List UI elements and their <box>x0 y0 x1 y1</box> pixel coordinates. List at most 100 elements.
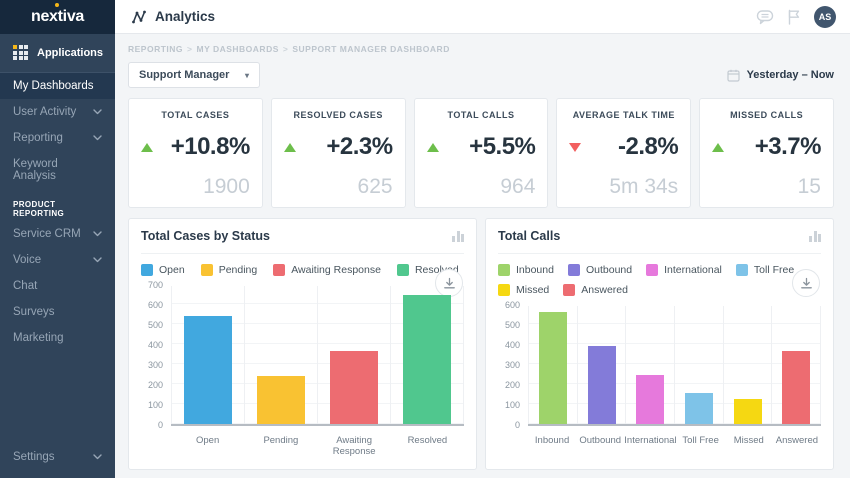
legend-item-toll-free[interactable]: Toll Free <box>736 264 794 276</box>
legend-label: Toll Free <box>754 264 794 276</box>
legend-swatch <box>141 264 153 276</box>
bar-pending <box>257 376 305 424</box>
legend-item-open[interactable]: Open <box>141 264 185 276</box>
breadcrumb-support-manager-dashboard[interactable]: SUPPORT MANAGER DASHBOARD <box>292 44 449 54</box>
kpi-row: TOTAL CASES+10.8%1900RESOLVED CASES+2.3%… <box>128 98 834 208</box>
kpi-title: TOTAL CASES <box>141 110 250 120</box>
dashboard-content: REPORTING>MY DASHBOARDS>SUPPORT MANAGER … <box>115 34 850 478</box>
applications-button[interactable]: Applications <box>0 34 115 70</box>
breadcrumb-reporting[interactable]: REPORTING <box>128 44 183 54</box>
x-axis-label-open: Open <box>171 435 244 457</box>
sidebar-item-chat[interactable]: Chat <box>0 273 115 299</box>
main-column: Analytics AS REPORTING>MY DASHBOARDS>SUP… <box>115 0 850 478</box>
kpi-value: 625 <box>284 175 393 199</box>
chart-card-total-calls: Total Calls InboundOutboundInternational… <box>485 218 834 470</box>
y-axis-tick: 0 <box>515 420 520 430</box>
breadcrumb-my-dashboards[interactable]: MY DASHBOARDS <box>197 44 279 54</box>
plot-column <box>317 286 390 424</box>
kpi-card-missed-calls: MISSED CALLS+3.7%15 <box>699 98 834 208</box>
chart-card-total-cases-by-status: Total Cases by Status OpenPendingAwaitin… <box>128 218 477 470</box>
chevron-down-icon <box>93 135 102 141</box>
bar-outbound <box>588 346 616 424</box>
sidebar-item-settings[interactable]: Settings <box>0 444 115 470</box>
sidebar-item-label: My Dashboards <box>13 80 94 92</box>
legend-item-inbound[interactable]: Inbound <box>498 264 554 276</box>
charts-row: Total Cases by Status OpenPendingAwaitin… <box>128 218 834 470</box>
kpi-value: 5m 34s <box>569 175 678 199</box>
legend-label: International <box>664 264 722 276</box>
controls-row: Support Manager ▾ Yesterday – Now <box>128 62 834 88</box>
kpi-title: MISSED CALLS <box>712 110 821 120</box>
legend-label: Inbound <box>516 264 554 276</box>
legend-label: Missed <box>516 284 549 296</box>
kpi-card-total-cases: TOTAL CASES +10.8% 1900 <box>128 98 263 208</box>
x-axis-label-missed: Missed <box>725 435 773 446</box>
legend-label: Open <box>159 264 185 276</box>
dashboard-select-value: Support Manager <box>139 69 229 81</box>
dashboard-select[interactable]: Support Manager ▾ <box>128 62 260 88</box>
legend-item-international[interactable]: International <box>646 264 722 276</box>
kpi-title: RESOLVED CASES <box>284 110 393 120</box>
bar-inbound <box>539 312 567 424</box>
sidebar-item-my-dashboards[interactable]: My Dashboards <box>0 72 115 99</box>
legend-label: Answered <box>581 284 628 296</box>
bar-awaiting-response <box>330 351 378 424</box>
nextiva-logo[interactable]: nextiva <box>0 0 115 34</box>
kpi-percent: +10.8% <box>171 133 250 161</box>
bar-toll-free <box>685 393 713 424</box>
legend-label: Pending <box>219 264 258 276</box>
sidebar-item-keyword-analysis[interactable]: Keyword Analysis <box>0 151 115 189</box>
bar-chart-type-icon[interactable] <box>809 231 821 242</box>
user-avatar[interactable]: AS <box>814 6 836 28</box>
flag-icon[interactable] <box>787 9 801 25</box>
plot-column <box>390 286 464 424</box>
y-axis-tick: 200 <box>148 380 163 390</box>
legend-item-awaiting-response[interactable]: Awaiting Response <box>273 264 381 276</box>
plot-column <box>171 286 244 424</box>
sidebar-item-label: Settings <box>13 451 55 463</box>
sidebar-item-service-crm[interactable]: Service CRM <box>0 221 115 247</box>
legend-swatch <box>646 264 658 276</box>
trend-up-triangle-icon <box>712 143 724 152</box>
sidebar-item-surveys[interactable]: Surveys <box>0 299 115 325</box>
sidebar-item-reporting[interactable]: Reporting <box>0 125 115 151</box>
y-axis-tick: 400 <box>505 340 520 350</box>
sidebar-item-label: User Activity <box>13 106 76 118</box>
chat-bubble-icon[interactable] <box>756 9 774 25</box>
download-icon <box>800 277 813 290</box>
download-button[interactable] <box>792 269 820 297</box>
page-title: Analytics <box>155 9 215 24</box>
plot-column <box>625 306 674 424</box>
legend-item-missed[interactable]: Missed <box>498 284 549 296</box>
y-axis-tick: 500 <box>148 320 163 330</box>
kpi-title: AVERAGE TALK TIME <box>569 110 678 120</box>
kpi-value: 1900 <box>141 175 250 199</box>
applications-label: Applications <box>37 47 103 59</box>
trend-up-triangle-icon <box>427 143 439 152</box>
kpi-card-total-calls: TOTAL CALLS+5.5%964 <box>414 98 549 208</box>
legend-item-pending[interactable]: Pending <box>201 264 258 276</box>
plot-column <box>674 306 723 424</box>
legend-swatch <box>563 284 575 296</box>
sidebar-item-marketing[interactable]: Marketing <box>0 325 115 351</box>
trend-up-triangle-icon <box>284 143 296 152</box>
chevron-down-icon <box>93 231 102 237</box>
bar-chart-type-icon[interactable] <box>452 231 464 242</box>
legend-swatch <box>498 264 510 276</box>
legend-swatch <box>273 264 285 276</box>
legend-swatch <box>568 264 580 276</box>
chart-legend: Inbound Outbound International Toll Free Mis… <box>498 254 798 298</box>
sidebar-item-user-activity[interactable]: User Activity <box>0 99 115 125</box>
plot-column <box>723 306 772 424</box>
breadcrumb-separator: > <box>187 44 192 54</box>
analytics-zigzag-icon <box>131 9 147 25</box>
y-axis-tick: 300 <box>505 360 520 370</box>
y-axis-tick: 400 <box>148 340 163 350</box>
sidebar-item-voice[interactable]: Voice <box>0 247 115 273</box>
nextiva-logo-text: nextiva <box>31 8 84 26</box>
bar-open <box>184 316 232 424</box>
sidebar-item-label: Keyword Analysis <box>13 158 102 182</box>
date-range-picker[interactable]: Yesterday – Now <box>727 69 834 82</box>
legend-item-outbound[interactable]: Outbound <box>568 264 632 276</box>
legend-item-answered[interactable]: Answered <box>563 284 628 296</box>
